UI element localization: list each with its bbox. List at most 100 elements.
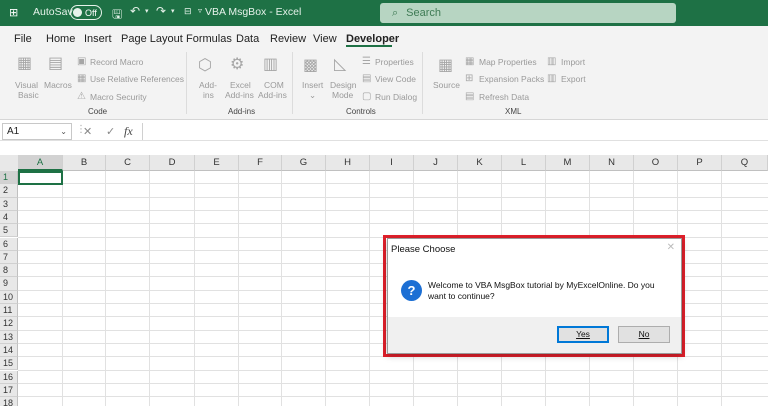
save-icon[interactable]: 🖫: [112, 5, 122, 26]
column-header-e[interactable]: E: [195, 155, 239, 171]
column-header-n[interactable]: N: [590, 155, 634, 171]
source-icon[interactable]: ▦: [438, 55, 453, 75]
design-mode-icon[interactable]: ◺: [334, 54, 346, 74]
column-header-b[interactable]: B: [63, 155, 106, 171]
addins-label-1[interactable]: Add-: [199, 80, 217, 90]
redo-icon[interactable]: ↷: [156, 4, 166, 18]
column-header-l[interactable]: L: [502, 155, 546, 171]
tab-review[interactable]: Review: [270, 33, 306, 45]
com-addins-label-2[interactable]: Add-ins: [258, 90, 287, 100]
column-header-p[interactable]: P: [678, 155, 722, 171]
row-header-5[interactable]: 5: [0, 224, 18, 238]
tab-home[interactable]: Home: [46, 33, 75, 45]
column-header-h[interactable]: H: [326, 155, 370, 171]
active-tab-indicator: [346, 45, 392, 47]
use-relative-references-button[interactable]: Use Relative References: [90, 74, 184, 84]
tab-formulas[interactable]: Formulas: [186, 33, 232, 45]
row-header-13[interactable]: 13: [0, 330, 18, 344]
redo-dropdown-icon[interactable]: ▾: [171, 7, 175, 15]
view-code-button[interactable]: View Code: [375, 74, 416, 84]
yes-button[interactable]: Yes: [557, 326, 609, 343]
tab-insert[interactable]: Insert: [84, 33, 112, 45]
undo-dropdown-icon[interactable]: ▾: [145, 7, 149, 15]
com-addins-label-1[interactable]: COM: [264, 80, 284, 90]
row-header-18[interactable]: 18: [0, 397, 18, 406]
macros-label[interactable]: Macros: [44, 80, 72, 90]
import-button[interactable]: Import: [561, 57, 585, 67]
column-header-g[interactable]: G: [282, 155, 326, 171]
visual-basic-label-2[interactable]: Basic: [18, 90, 39, 100]
row-header-9[interactable]: 9: [0, 277, 18, 291]
column-header-a[interactable]: A: [18, 155, 63, 171]
row-header-7[interactable]: 7: [0, 250, 18, 265]
column-header-c[interactable]: C: [106, 155, 150, 171]
tab-data[interactable]: Data: [236, 33, 259, 45]
run-dialog-button[interactable]: Run Dialog: [375, 92, 417, 102]
selected-cell-a1[interactable]: [18, 171, 63, 185]
row-header-1[interactable]: 1: [0, 171, 18, 185]
visual-basic-icon[interactable]: ▦: [17, 53, 32, 73]
column-header-f[interactable]: F: [239, 155, 282, 171]
column-header-k[interactable]: K: [458, 155, 502, 171]
row-header-8[interactable]: 8: [0, 264, 18, 278]
row-header-3[interactable]: 3: [0, 197, 18, 211]
column-header-d[interactable]: D: [150, 155, 195, 171]
addins-label-2[interactable]: ins: [203, 90, 214, 100]
excel-addins-label-2[interactable]: Add-ins: [225, 90, 254, 100]
column-header-o[interactable]: O: [634, 155, 678, 171]
tab-developer[interactable]: Developer: [346, 33, 399, 45]
com-addins-icon[interactable]: ▥: [263, 54, 278, 74]
tab-file[interactable]: File: [14, 33, 32, 45]
design-mode-label-1[interactable]: Design: [330, 80, 356, 90]
row-header-10[interactable]: 10: [0, 290, 18, 304]
tab-page-layout[interactable]: Page Layout: [121, 33, 183, 45]
insert-dropdown-icon[interactable]: ⌄: [309, 90, 316, 101]
row-header-12[interactable]: 12: [0, 317, 18, 331]
formula-input[interactable]: [142, 123, 766, 140]
question-icon: ?: [401, 280, 422, 301]
search-box[interactable]: ⌕ Search: [380, 3, 676, 23]
enter-icon[interactable]: ✓: [106, 125, 115, 138]
name-box[interactable]: A1 ⌄: [2, 123, 72, 140]
expansion-packs-button[interactable]: Expansion Packs: [479, 74, 544, 84]
row-header-2[interactable]: 2: [0, 184, 18, 198]
no-button[interactable]: No: [618, 326, 670, 343]
row-header-6[interactable]: 6: [0, 237, 18, 251]
select-all-corner[interactable]: [0, 155, 18, 171]
tab-view[interactable]: View: [313, 33, 337, 45]
qat-more-icon[interactable]: ▿: [198, 6, 202, 15]
insert-controls-label[interactable]: Insert: [302, 80, 323, 90]
column-header-q[interactable]: Q: [722, 155, 768, 171]
insert-function-button[interactable]: fx: [124, 124, 133, 139]
gear-icon[interactable]: ⚙: [230, 54, 244, 74]
row-header-11[interactable]: 11: [0, 304, 18, 318]
visual-basic-label-1[interactable]: Visual: [15, 80, 38, 90]
chevron-down-icon[interactable]: ⌄: [60, 124, 67, 139]
refresh-data-button[interactable]: Refresh Data: [479, 92, 529, 102]
map-properties-button[interactable]: Map Properties: [479, 57, 537, 67]
row-header-17[interactable]: 17: [0, 383, 18, 398]
row-header-4[interactable]: 4: [0, 210, 18, 225]
macro-security-button[interactable]: Macro Security: [90, 92, 147, 102]
excel-addins-label-1[interactable]: Excel: [230, 80, 251, 90]
row-header-16[interactable]: 16: [0, 370, 18, 384]
design-mode-label-2[interactable]: Mode: [332, 90, 353, 100]
row-header-14[interactable]: 14: [0, 343, 18, 358]
source-label[interactable]: Source: [433, 80, 460, 90]
record-macro-button[interactable]: Record Macro: [90, 57, 143, 67]
insert-controls-icon[interactable]: ▩: [303, 55, 318, 75]
export-button[interactable]: Export: [561, 74, 586, 84]
undo-icon[interactable]: ↶: [130, 4, 140, 18]
column-header-i[interactable]: I: [370, 155, 414, 171]
cancel-icon[interactable]: ✕: [83, 125, 92, 138]
grid-line: [18, 183, 768, 185]
properties-button[interactable]: Properties: [375, 57, 414, 67]
addins-icon[interactable]: ⬡: [198, 55, 212, 75]
column-header-m[interactable]: M: [546, 155, 590, 171]
close-icon[interactable]: ✕: [667, 242, 675, 253]
macros-icon[interactable]: ▤: [48, 53, 63, 73]
autosave-toggle[interactable]: Off: [70, 5, 102, 20]
customize-toolbar-icon[interactable]: ⊟: [184, 6, 192, 17]
row-header-15[interactable]: 15: [0, 357, 18, 371]
column-header-j[interactable]: J: [414, 155, 458, 171]
